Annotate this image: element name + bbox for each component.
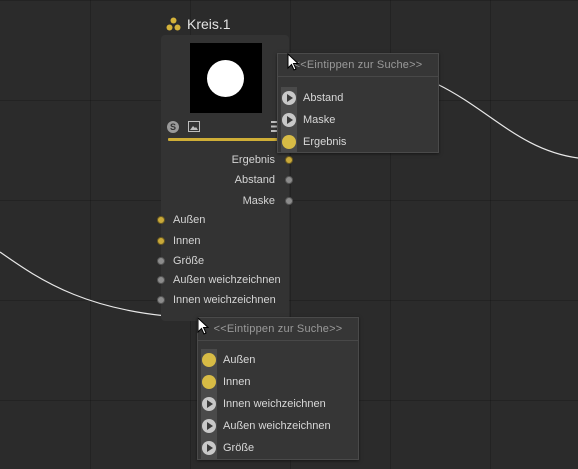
- port-search-popup-inputs[interactable]: <<Eintippen zur Suche>> Außen Innen Inne…: [197, 317, 359, 460]
- node-header[interactable]: Kreis.1: [166, 14, 231, 34]
- play-icon: [282, 113, 296, 127]
- input-label-aussen: Außen: [173, 214, 206, 226]
- popup-icon-column: [281, 109, 297, 131]
- node-progress-bar: [168, 138, 278, 141]
- popup-icon-column: [201, 371, 217, 393]
- input-label-aussen-weichzeichnen: Außen weichzeichnen: [173, 274, 281, 286]
- wire-top-right: [436, 83, 578, 159]
- popup-item-label: Ergebnis: [303, 136, 347, 148]
- input-label-innen: Innen: [173, 235, 201, 247]
- popup-icon-column: [201, 349, 217, 371]
- yellow-dot-icon: [202, 353, 216, 367]
- play-icon: [282, 91, 296, 105]
- input-port-aussen-weichzeichnen[interactable]: Außen weichzeichnen: [157, 273, 281, 287]
- popup-item-aussen-weichzeichnen[interactable]: Außen weichzeichnen: [198, 415, 358, 437]
- popup-item-innen[interactable]: Innen: [198, 371, 358, 393]
- popup-item-innen-weichzeichnen[interactable]: Innen weichzeichnen: [198, 393, 358, 415]
- input-port-innen[interactable]: Innen: [157, 234, 201, 248]
- node-title: Kreis.1: [187, 16, 231, 32]
- input-port-dot[interactable]: [157, 216, 165, 224]
- yellow-dot-icon: [282, 135, 296, 149]
- popup-item-abstand[interactable]: Abstand: [278, 87, 438, 109]
- popup-search-input[interactable]: <<Eintippen zur Suche>>: [278, 54, 438, 77]
- output-port-abstand[interactable]: Abstand: [149, 173, 293, 187]
- input-port-dot[interactable]: [157, 296, 165, 304]
- popup-item-label: Innen: [223, 376, 251, 388]
- popup-item-groesse[interactable]: Größe: [198, 437, 358, 459]
- preview-circle: [207, 60, 244, 97]
- input-port-innen-weichzeichnen[interactable]: Innen weichzeichnen: [157, 293, 276, 307]
- popup-item-label: Maske: [303, 114, 336, 126]
- input-port-dot[interactable]: [157, 237, 165, 245]
- popup-icon-column: [201, 393, 217, 415]
- output-port-dot[interactable]: [285, 176, 293, 184]
- output-port-ergebnis[interactable]: Ergebnis: [149, 153, 293, 167]
- input-port-groesse[interactable]: Größe: [157, 254, 205, 268]
- output-port-maske[interactable]: Maske: [149, 194, 293, 208]
- s-badge-icon[interactable]: S: [167, 121, 179, 133]
- popup-item-label: Abstand: [303, 92, 344, 104]
- popup-icon-column: [201, 437, 217, 459]
- node-body[interactable]: S Ergebnis Abstand Maske Außen Innen Grö…: [157, 35, 293, 321]
- node-cluster-icon: [166, 17, 181, 30]
- popup-item-label: Außen: [223, 354, 256, 366]
- output-label-abstand: Abstand: [234, 174, 275, 186]
- mouse-cursor-icon: [197, 317, 209, 335]
- yellow-dot-icon: [202, 375, 216, 389]
- input-label-groesse: Größe: [173, 255, 205, 267]
- popup-search-input[interactable]: <<Eintippen zur Suche>>: [198, 318, 358, 341]
- popup-item-label: Außen weichzeichnen: [223, 420, 331, 432]
- input-port-dot[interactable]: [157, 276, 165, 284]
- port-search-popup-outputs[interactable]: <<Eintippen zur Suche>> Abstand Maske Er…: [277, 53, 439, 153]
- input-label-innen-weichzeichnen: Innen weichzeichnen: [173, 294, 276, 306]
- output-port-dot[interactable]: [285, 156, 293, 164]
- output-port-dot[interactable]: [285, 197, 293, 205]
- play-icon: [202, 441, 216, 455]
- output-label-ergebnis: Ergebnis: [231, 154, 275, 166]
- node-preview: [190, 43, 262, 113]
- popup-icon-column: [201, 415, 217, 437]
- image-icon[interactable]: [188, 121, 200, 132]
- play-icon: [202, 397, 216, 411]
- input-port-dot[interactable]: [157, 257, 165, 265]
- popup-item-aussen[interactable]: Außen: [198, 349, 358, 371]
- input-port-aussen[interactable]: Außen: [157, 213, 206, 227]
- output-label-maske: Maske: [242, 195, 275, 207]
- popup-item-ergebnis[interactable]: Ergebnis: [278, 131, 438, 153]
- popup-item-maske[interactable]: Maske: [278, 109, 438, 131]
- popup-icon-column: [281, 87, 297, 109]
- mouse-cursor-icon: [287, 53, 299, 71]
- popup-item-label: Innen weichzeichnen: [223, 398, 326, 410]
- popup-item-label: Größe: [223, 442, 255, 454]
- popup-icon-column: [281, 131, 297, 153]
- play-icon: [202, 419, 216, 433]
